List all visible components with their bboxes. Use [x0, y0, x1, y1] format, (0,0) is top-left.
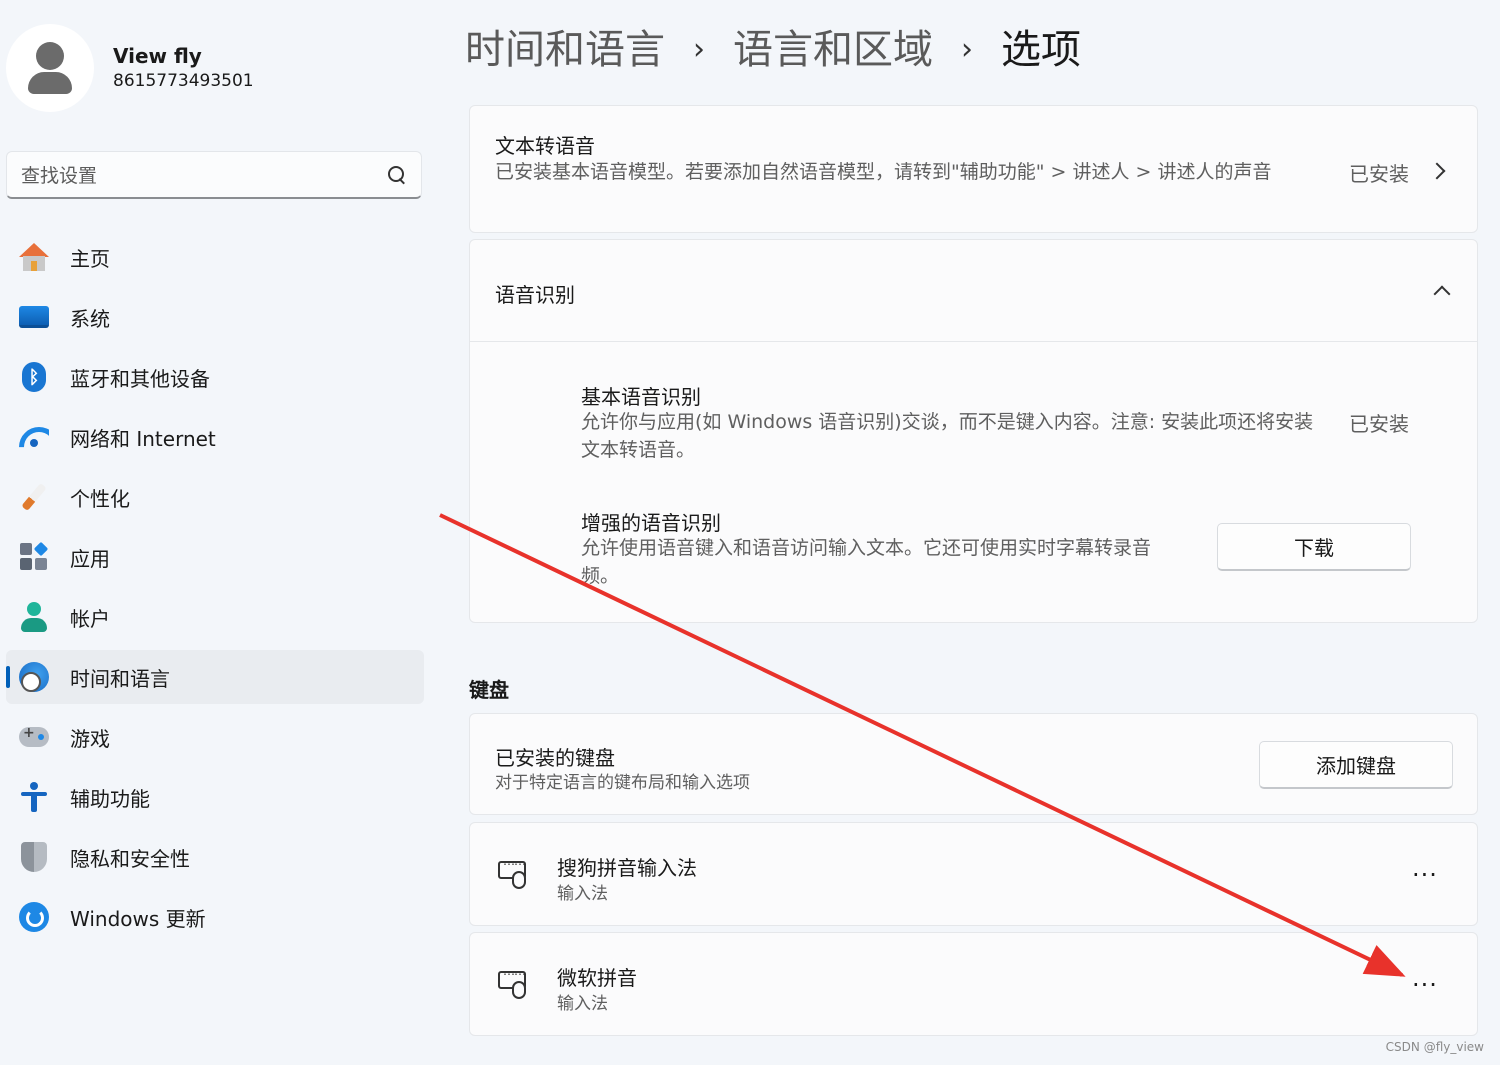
annotation-arrow-line: [439, 513, 1406, 977]
annotation-arrow: [439, 513, 1406, 977]
watermark: CSDN @fly_view: [1385, 1040, 1484, 1054]
